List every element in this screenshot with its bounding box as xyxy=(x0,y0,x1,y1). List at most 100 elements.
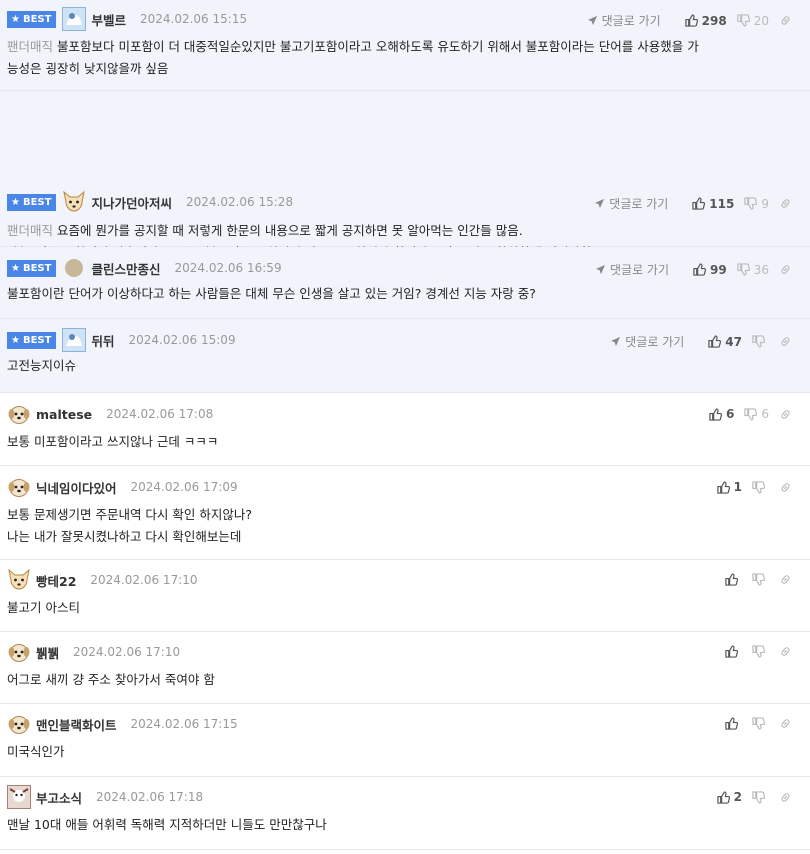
nickname[interactable]: 부벨르 xyxy=(91,10,126,29)
upvote-button[interactable]: 99 xyxy=(693,263,727,277)
avatar-image-icon xyxy=(7,402,31,426)
copy-link-button[interactable] xyxy=(779,717,796,730)
category-tag[interactable]: 팬더매직 xyxy=(7,39,53,54)
comment-actions: 66 xyxy=(699,407,796,421)
downvote-count: 20 xyxy=(753,13,769,28)
comment-actions: 1 xyxy=(707,480,796,494)
downvote-button[interactable] xyxy=(752,645,769,658)
avatar[interactable] xyxy=(7,785,31,809)
comment-text: 능성은 굉장히 낮지않을까 싶음 xyxy=(7,61,169,76)
comment-date: 2024.02.06 17:09 xyxy=(130,480,238,494)
comment-date: 2024.02.06 15:28 xyxy=(185,195,294,209)
comment-body: 불포함이란 단어가 이상하다고 하는 사람들은 대체 무슨 인생을 살고 있는 … xyxy=(7,283,796,305)
avatar[interactable] xyxy=(7,475,31,499)
link-icon xyxy=(779,335,792,348)
comment-line: 팬더매직 불포함보다 미포함이 더 대중적일순있지만 불고기포함이라고 오해하도록… xyxy=(7,36,796,58)
best-comment-list: ★ BEST 부벨르 2024.02.06 15:15 댓글로 가기 298 20 팬더매직 불… xyxy=(0,0,810,393)
comment-line: 나는 내가 잘못시켰나하고 다시 확인해보는데 xyxy=(7,526,796,548)
copy-link-button[interactable] xyxy=(779,481,796,494)
nickname[interactable]: 지나가던아저씨 xyxy=(91,193,172,212)
link-icon xyxy=(779,408,792,421)
avatar[interactable] xyxy=(7,568,31,592)
copy-link-button[interactable] xyxy=(779,408,796,421)
upvote-button[interactable]: 298 xyxy=(685,14,727,28)
go-to-reply-label: 댓글로 가기 xyxy=(609,197,669,211)
downvote-button[interactable]: 6 xyxy=(744,407,769,421)
avatar[interactable] xyxy=(62,7,86,31)
copy-link-button[interactable] xyxy=(779,645,796,658)
comment-text: 불포함이란 단어가 이상하다고 하는 사람들은 대체 무슨 인생을 살고 있는 … xyxy=(7,286,536,301)
downvote-button[interactable] xyxy=(752,573,769,586)
downvote-button[interactable] xyxy=(752,481,769,494)
comment-line: 고전능지이슈 xyxy=(7,355,796,377)
avatar[interactable] xyxy=(62,328,86,352)
go-to-reply-link[interactable]: 댓글로 가기 xyxy=(595,261,669,278)
nickname[interactable]: 뒤뒤 xyxy=(91,331,114,350)
star-icon: ★ xyxy=(11,196,20,208)
upvote-button[interactable] xyxy=(725,717,742,730)
category-tag[interactable]: 팬더매직 xyxy=(7,223,53,238)
comment-actions: 댓글로 가기 115 9 xyxy=(594,195,796,212)
upvote-button[interactable]: 1 xyxy=(717,480,742,494)
comment-text: 보통 미포함이라고 쓰지않나 근데 ㅋㅋㅋ xyxy=(7,434,219,449)
nickname[interactable]: maltese xyxy=(36,407,92,422)
avatar[interactable] xyxy=(7,712,31,736)
thumbs-down-icon xyxy=(744,408,757,421)
nickname[interactable]: 클린스만종신 xyxy=(91,259,160,278)
avatar[interactable] xyxy=(65,259,84,277)
avatar[interactable] xyxy=(62,190,86,214)
comment-text: 나는 내가 잘못시켰나하고 다시 확인해보는데 xyxy=(7,529,242,544)
upvote-button[interactable]: 115 xyxy=(692,197,734,211)
send-arrow-icon xyxy=(610,336,621,347)
upvote-button[interactable]: 2 xyxy=(717,790,742,804)
nickname[interactable]: 뷁뷁 xyxy=(36,643,59,662)
best-badge-label: BEST xyxy=(22,262,52,274)
downvote-button[interactable]: 36 xyxy=(737,263,769,277)
thumbs-down-icon xyxy=(744,197,757,210)
comment-body: 불고기 아스티 xyxy=(7,597,796,619)
go-to-reply-link[interactable]: 댓글로 가기 xyxy=(610,333,684,350)
send-arrow-icon xyxy=(594,198,605,209)
go-to-reply-link[interactable]: 댓글로 가기 xyxy=(594,195,668,212)
copy-link-button[interactable] xyxy=(779,263,796,276)
avatar-image-icon xyxy=(62,7,86,31)
thumbs-up-icon xyxy=(725,573,738,586)
comment-body: 미국식인가 xyxy=(7,741,796,763)
downvote-button[interactable] xyxy=(752,791,769,804)
copy-link-button[interactable] xyxy=(779,335,796,348)
upvote-button[interactable]: 47 xyxy=(708,335,742,349)
avatar[interactable] xyxy=(7,640,31,664)
best-comment: ★ BEST 클린스만종신 2024.02.06 16:59 댓글로 가기 99 36 불포함… xyxy=(0,247,810,319)
upvote-button[interactable] xyxy=(725,645,742,658)
nickname[interactable]: 빵테22 xyxy=(36,571,76,590)
downvote-button[interactable]: 9 xyxy=(744,197,769,211)
star-icon: ★ xyxy=(11,262,20,274)
downvote-button[interactable] xyxy=(752,335,769,348)
downvote-button[interactable]: 20 xyxy=(737,14,769,28)
upvote-button[interactable] xyxy=(725,573,742,586)
best-badge-label: BEST xyxy=(22,196,52,208)
avatar-image-icon xyxy=(7,785,31,809)
comment-actions: 2 xyxy=(707,790,796,804)
comment-body: 보통 미포함이라고 쓰지않나 근데 ㅋㅋㅋ xyxy=(7,431,796,453)
comment-text: 어그로 새끼 걍 주소 찾아가서 죽여야 함 xyxy=(7,672,215,687)
link-icon xyxy=(779,197,792,210)
copy-link-button[interactable] xyxy=(779,791,796,804)
go-to-reply-link[interactable]: 댓글로 가기 xyxy=(587,12,661,29)
comment-line: 보통 미포함이라고 쓰지않나 근데 ㅋㅋㅋ xyxy=(7,431,796,453)
nickname[interactable]: 부고소식 xyxy=(36,788,82,807)
upvote-count: 115 xyxy=(709,196,735,211)
downvote-button[interactable] xyxy=(752,717,769,730)
copy-link-button[interactable] xyxy=(779,573,796,586)
upvote-count: 2 xyxy=(733,790,742,804)
copy-link-button[interactable] xyxy=(779,197,796,210)
comment-line: 불고기 아스티 xyxy=(7,597,796,619)
comment-actions xyxy=(715,717,796,730)
upvote-button[interactable]: 6 xyxy=(709,407,734,421)
nickname[interactable]: 맨인블랙화이트 xyxy=(36,715,117,734)
nickname[interactable]: 닉네임이다있어 xyxy=(36,478,117,497)
go-to-reply-label: 댓글로 가기 xyxy=(601,14,661,28)
copy-link-button[interactable] xyxy=(779,14,796,27)
comment: 닉네임이다있어 2024.02.06 17:09 1 보통 문제생기면 주문내역 다시… xyxy=(0,466,810,560)
avatar[interactable] xyxy=(7,402,31,426)
